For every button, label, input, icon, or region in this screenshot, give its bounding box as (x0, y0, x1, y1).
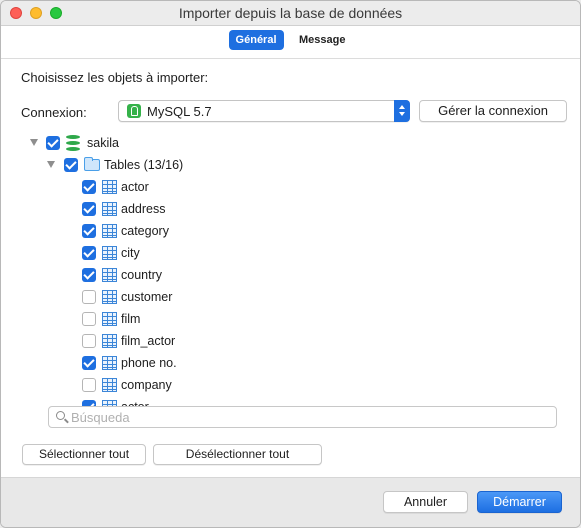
tab-general[interactable]: Général (228, 30, 284, 50)
window-title: Importer depuis la base de données (178, 5, 403, 21)
table-icon (102, 334, 117, 348)
tab-message[interactable]: Message (292, 30, 352, 50)
connection-label: Connexion: (21, 105, 87, 120)
table-icon (102, 180, 117, 194)
search-input[interactable] (71, 408, 541, 426)
search-field[interactable] (48, 406, 557, 428)
table-icon (102, 224, 117, 238)
table-icon (102, 202, 117, 216)
table-name: city (121, 246, 140, 260)
disclosure-triangle-icon[interactable] (30, 139, 38, 146)
tab-bar: Général Message (1, 30, 580, 52)
table-name: country (121, 268, 162, 282)
table-icon (102, 356, 117, 370)
table-name: category (121, 224, 169, 238)
table-checkbox[interactable] (82, 378, 96, 392)
select-stepper-icon[interactable] (394, 100, 410, 122)
tables-folder-checkbox[interactable] (64, 158, 78, 172)
select-all-button[interactable]: Sélectionner tout (22, 444, 146, 465)
table-name: address (121, 202, 166, 216)
table-checkbox[interactable] (82, 290, 96, 304)
table-icon (102, 378, 117, 392)
table-checkbox[interactable] (82, 246, 96, 260)
connection-select[interactable]: MySQL 5.7 (118, 100, 410, 122)
mysql-connection-icon (127, 104, 141, 118)
table-name: company (121, 378, 172, 392)
table-name: film (121, 312, 141, 326)
search-icon (56, 411, 65, 420)
cancel-button[interactable]: Annuler (383, 491, 468, 513)
import-dialog: Importer depuis la base de données Génér… (0, 0, 581, 528)
table-icon (102, 312, 117, 326)
table-name: film_actor (121, 334, 176, 348)
manage-connection-button[interactable]: Gérer la connexion (419, 100, 567, 122)
title-bar: Importer depuis la base de données (1, 1, 580, 26)
tables-folder-label: Tables (13/16) (104, 158, 184, 172)
database-icon (66, 135, 80, 151)
deselect-all-button[interactable]: Désélectionner tout (153, 444, 322, 465)
table-icon (102, 246, 117, 260)
table-checkbox[interactable] (82, 312, 96, 326)
database-name: sakila (87, 136, 119, 150)
table-name: phone no. (121, 356, 177, 370)
table-name: actor (121, 180, 149, 194)
table-checkbox[interactable] (82, 334, 96, 348)
table-icon (102, 268, 117, 282)
table-checkbox[interactable] (82, 224, 96, 238)
folder-icon (84, 157, 100, 171)
table-icon (102, 290, 117, 304)
object-tree: sakila Tables (13/16) actor address cate… (1, 131, 580, 407)
objects-section-label: Choisissez les objets à importer: (21, 70, 209, 85)
table-checkbox[interactable] (82, 356, 96, 370)
disclosure-triangle-icon[interactable] (47, 161, 55, 168)
tab-divider (1, 58, 580, 59)
start-button[interactable]: Démarrer (477, 491, 562, 513)
table-checkbox[interactable] (82, 180, 96, 194)
table-checkbox[interactable] (82, 268, 96, 282)
connection-select-value: MySQL 5.7 (147, 104, 212, 119)
table-checkbox[interactable] (82, 202, 96, 216)
database-checkbox[interactable] (46, 136, 60, 150)
table-name: customer (121, 290, 173, 304)
